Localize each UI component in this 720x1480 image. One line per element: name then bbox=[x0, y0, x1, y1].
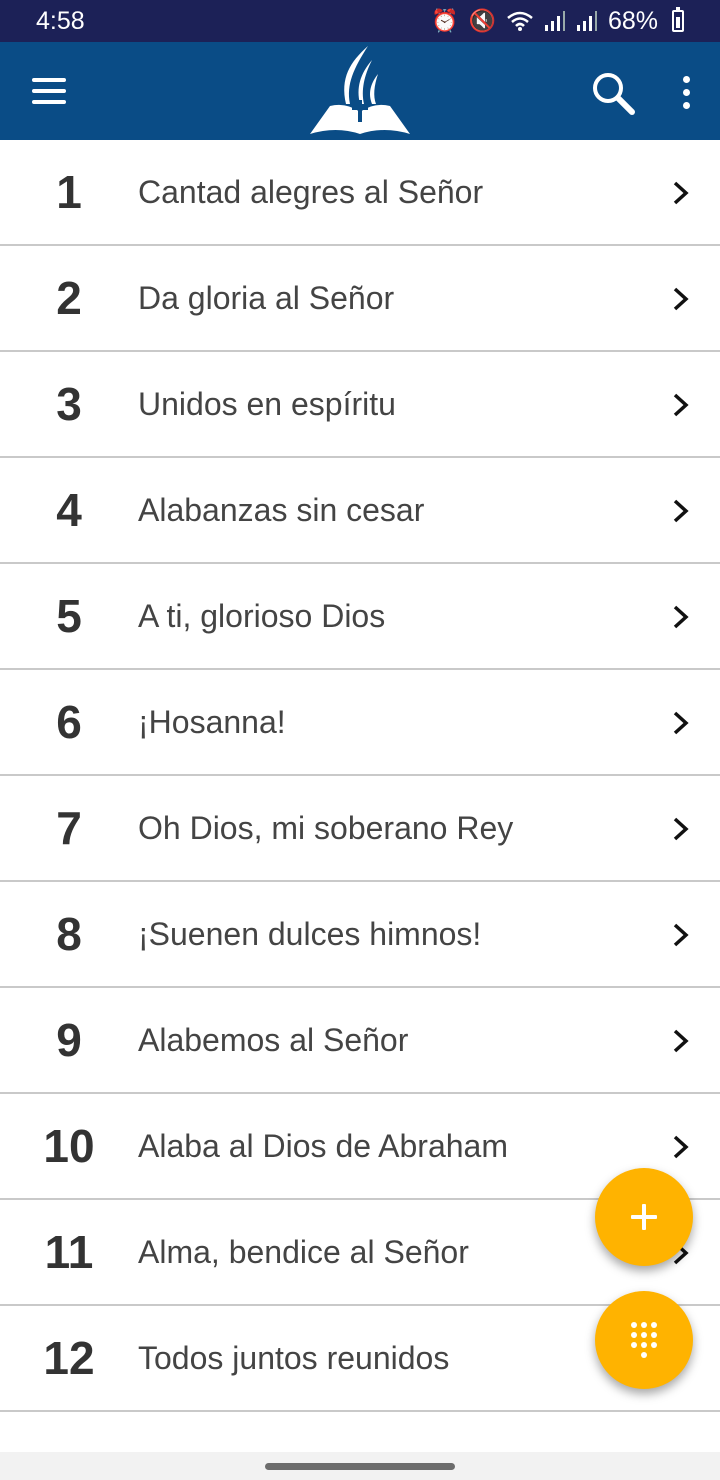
plus-icon bbox=[631, 1204, 657, 1230]
church-logo bbox=[310, 46, 410, 134]
hymn-number: 3 bbox=[56, 378, 82, 430]
chevron-right-icon bbox=[673, 1029, 689, 1053]
list-item[interactable]: 9 Alabemos al Señor bbox=[0, 988, 720, 1094]
home-gesture-handle[interactable] bbox=[265, 1463, 455, 1470]
hymn-title: A ti, glorioso Dios bbox=[138, 597, 386, 634]
battery-percent: 68% bbox=[607, 6, 658, 35]
chevron-right-icon bbox=[673, 817, 689, 841]
list-item[interactable]: 8 ¡Suenen dulces himnos! bbox=[0, 882, 720, 988]
chevron-right-icon bbox=[673, 923, 689, 947]
signal-icon bbox=[544, 11, 565, 31]
list-item[interactable]: 3 Unidos en espíritu bbox=[0, 352, 720, 458]
chevron-right-icon bbox=[673, 393, 689, 417]
chevron-right-icon bbox=[673, 1135, 689, 1159]
hymn-number: 6 bbox=[56, 696, 82, 748]
hymn-title: Alabemos al Señor bbox=[138, 1021, 409, 1058]
chevron-right-icon bbox=[673, 181, 689, 205]
search-icon[interactable] bbox=[588, 68, 638, 118]
hymn-number: 1 bbox=[56, 166, 82, 218]
hymn-number: 10 bbox=[43, 1120, 95, 1172]
hymn-title: Unidos en espíritu bbox=[138, 385, 396, 422]
mute-icon: 🔇 bbox=[468, 8, 496, 33]
alarm-icon: ⏰ bbox=[431, 8, 459, 33]
list-item[interactable]: 6 ¡Hosanna! bbox=[0, 670, 720, 776]
hymn-title: Alaba al Dios de Abraham bbox=[138, 1127, 508, 1164]
hymn-number: 9 bbox=[56, 1014, 82, 1066]
chevron-right-icon bbox=[673, 605, 689, 629]
hymn-number: 7 bbox=[56, 802, 82, 854]
dialpad-icon bbox=[631, 1322, 657, 1358]
hymn-title: Oh Dios, mi soberano Rey bbox=[138, 809, 514, 846]
hymn-list: 1 Cantad alegres al Señor 2 Da gloria al… bbox=[0, 140, 720, 1452]
status-bar: 4:58 ⏰ 🔇 68% bbox=[0, 0, 720, 42]
hymn-number: 2 bbox=[56, 272, 82, 324]
status-time: 4:58 bbox=[36, 6, 85, 35]
wifi-icon bbox=[507, 11, 533, 31]
list-item[interactable]: 2 Da gloria al Señor bbox=[0, 246, 720, 352]
status-icons: ⏰ 🔇 68% bbox=[431, 7, 684, 36]
list-item[interactable]: 5 A ti, glorioso Dios bbox=[0, 564, 720, 670]
hymn-title: Cantad alegres al Señor bbox=[138, 173, 484, 210]
hymn-number: 4 bbox=[56, 484, 82, 536]
list-item[interactable]: 4 Alabanzas sin cesar bbox=[0, 458, 720, 564]
list-item-partial[interactable] bbox=[0, 1412, 720, 1452]
list-item[interactable]: 7 Oh Dios, mi soberano Rey bbox=[0, 776, 720, 882]
more-vertical-icon[interactable] bbox=[664, 70, 708, 120]
add-button[interactable] bbox=[595, 1168, 693, 1266]
chevron-right-icon bbox=[673, 711, 689, 735]
hymn-title: Alabanzas sin cesar bbox=[138, 491, 425, 528]
hymn-title: ¡Suenen dulces himnos! bbox=[138, 915, 482, 952]
chevron-right-icon bbox=[673, 287, 689, 311]
hymn-title: ¡Hosanna! bbox=[138, 703, 286, 740]
hymn-title: Da gloria al Señor bbox=[138, 279, 395, 316]
system-nav-bar bbox=[0, 1452, 720, 1480]
dialpad-button[interactable] bbox=[595, 1291, 693, 1389]
app-bar bbox=[0, 42, 720, 140]
hamburger-menu-icon[interactable] bbox=[22, 66, 76, 116]
battery-icon bbox=[672, 7, 684, 32]
hymn-number: 5 bbox=[56, 590, 82, 642]
list-item[interactable]: 1 Cantad alegres al Señor bbox=[0, 140, 720, 246]
hymn-number: 11 bbox=[44, 1226, 94, 1278]
chevron-right-icon bbox=[673, 499, 689, 523]
hymn-number: 8 bbox=[56, 908, 82, 960]
signal-icon bbox=[576, 11, 597, 31]
hymn-number: 12 bbox=[43, 1332, 95, 1384]
